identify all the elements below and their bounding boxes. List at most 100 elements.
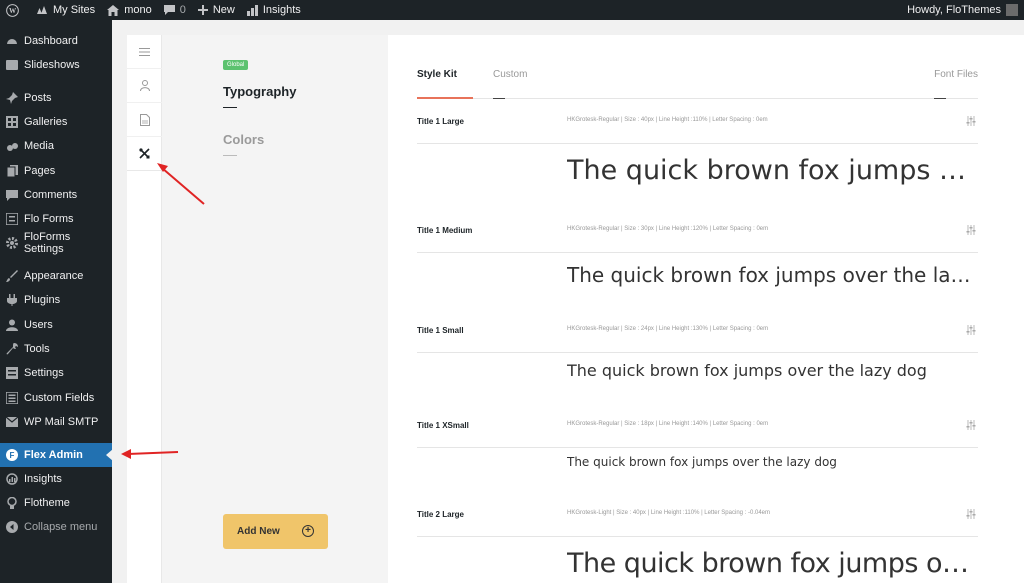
style-meta: HKGrotesk-Regular | Size : 24px | Line H…: [567, 326, 769, 332]
sidebar-item-users[interactable]: Users: [0, 313, 112, 337]
typography-row[interactable]: Title 1 Large HKGrotesk-Regular | Size :…: [417, 114, 978, 218]
design-tools-icon: [139, 148, 150, 159]
sidebar-item-media[interactable]: Media: [0, 134, 112, 158]
insights-icon: [5, 472, 19, 486]
plug-icon: [5, 293, 19, 307]
media-icon: [5, 139, 19, 153]
user-icon: [5, 318, 19, 332]
style-preview: The quick brown fox jumps over the lazy …: [567, 361, 927, 380]
sidebar-item-label: Media: [24, 140, 54, 152]
sidebar-item-label: Pages: [24, 165, 56, 177]
sidebar-item-galleries[interactable]: Galleries: [0, 110, 112, 134]
svg-text:F: F: [10, 451, 15, 460]
style-preview: The quick brown fox jumps over the lazy …: [567, 455, 837, 469]
account-menu[interactable]: Howdy, FloThemes: [901, 0, 1024, 20]
bar-chart-icon: [246, 4, 258, 16]
brush-icon: [5, 269, 19, 283]
form-icon: [5, 212, 19, 226]
sidebar-item-settings[interactable]: Settings: [0, 361, 112, 385]
style-name: Title 1 Medium: [417, 226, 473, 235]
category-typography[interactable]: Typography: [223, 84, 296, 99]
sidebar-item-slideshows[interactable]: Slideshows: [0, 53, 112, 77]
sidebar-item-label: Flotheme: [24, 497, 70, 509]
sidebar-item-plugins[interactable]: Plugins: [0, 288, 112, 312]
typography-row-header: Title 1 Medium HKGrotesk-Regular | Size …: [417, 223, 978, 253]
collapse-icon: [5, 520, 19, 534]
add-new-button[interactable]: Add New +: [223, 514, 328, 549]
sidebar-item-custom-fields[interactable]: Custom Fields: [0, 386, 112, 410]
comments-count: 0: [179, 4, 186, 16]
insights-menu[interactable]: Insights: [241, 0, 307, 20]
sidebar-item-label: Settings: [24, 367, 64, 379]
sidebar-item-appearance[interactable]: Appearance: [0, 264, 112, 288]
slideshows-icon: [5, 58, 19, 72]
rail-document-button[interactable]: [127, 103, 162, 137]
fields-icon: [5, 391, 19, 405]
sidebar-item-tools[interactable]: Tools: [0, 337, 112, 361]
typography-row-header: Title 1 XSmall HKGrotesk-Regular | Size …: [417, 418, 978, 448]
typography-row[interactable]: Title 1 Small HKGrotesk-Regular | Size :…: [417, 323, 978, 411]
rail-menu-button[interactable]: [127, 35, 162, 69]
sidebar-item-dashboard[interactable]: Dashboard: [0, 29, 112, 53]
tab-custom[interactable]: Custom: [493, 69, 527, 80]
sidebar-item-comments[interactable]: Comments: [0, 183, 112, 207]
sidebar-item-label: FloForms Settings: [23, 231, 71, 255]
sidebar-item-label: Insights: [24, 473, 62, 485]
sidebar-item-label: WP Mail SMTP: [24, 416, 99, 428]
style-preview: The quick brown fox jumps over the lazy …: [567, 263, 978, 287]
tab-font-files-dash: [934, 98, 946, 99]
style-meta: HKGrotesk-Regular | Size : 30px | Line H…: [567, 226, 769, 232]
rail-design-button[interactable]: [127, 137, 162, 171]
typography-row[interactable]: Title 1 Medium HKGrotesk-Regular | Size …: [417, 223, 978, 318]
sidebar-item-flex-admin[interactable]: F Flex Admin: [0, 443, 113, 467]
sidebar-item-wp-mail-smtp[interactable]: WP Mail SMTP: [0, 410, 112, 434]
sidebar-item-pages[interactable]: Pages: [0, 159, 112, 183]
global-badge: Global: [223, 60, 249, 70]
sliders-icon[interactable]: [966, 325, 976, 335]
sliders-icon[interactable]: [966, 420, 976, 430]
style-name: Title 1 Large: [417, 117, 464, 126]
settings-icon: [5, 366, 19, 380]
sliders-icon[interactable]: [966, 509, 976, 519]
home-icon: [107, 4, 120, 16]
wordpress-icon: W: [6, 3, 19, 17]
category-colors[interactable]: Colors: [223, 132, 264, 147]
list-icon: [139, 47, 150, 56]
sidebar-item-label: Users: [24, 319, 53, 331]
typography-row[interactable]: Title 2 Large HKGrotesk-Light | Size : 4…: [417, 507, 978, 583]
new-label: New: [212, 4, 235, 16]
sidebar-item-flotheme[interactable]: Flotheme: [0, 491, 112, 515]
typography-row-header: Title 1 Large HKGrotesk-Regular | Size :…: [417, 114, 978, 144]
tab-style-kit[interactable]: Style Kit: [417, 69, 457, 80]
bulb-icon: [5, 496, 19, 510]
site-name-menu[interactable]: mono: [101, 0, 158, 20]
style-preview: The quick brown fox jumps over the lazy …: [567, 155, 978, 186]
my-sites-menu[interactable]: My Sites: [30, 0, 101, 20]
sidebar-item-flo-forms[interactable]: Flo Forms: [0, 207, 112, 231]
typography-row[interactable]: Title 1 XSmall HKGrotesk-Regular | Size …: [417, 418, 978, 506]
rail-user-button[interactable]: [127, 69, 162, 103]
sidebar-item-insights[interactable]: Insights: [0, 467, 112, 491]
sidebar-item-label: Custom Fields: [24, 392, 95, 404]
style-name: Title 2 Large: [417, 510, 464, 519]
style-meta: HKGrotesk-Regular | Size : 18px | Line H…: [567, 421, 769, 427]
style-name: Title 1 XSmall: [417, 421, 469, 430]
sliders-icon[interactable]: [966, 225, 976, 235]
sidebar-item-floforms-settings[interactable]: FloForms Settings: [0, 231, 112, 255]
category-panel: [162, 35, 388, 583]
sliders-icon[interactable]: [966, 116, 976, 126]
tab-font-files[interactable]: Font Files: [934, 69, 978, 80]
new-content-menu[interactable]: New: [192, 0, 241, 20]
typography-row-header: Title 1 Small HKGrotesk-Regular | Size :…: [417, 323, 978, 353]
comments-menu[interactable]: 0: [158, 0, 192, 20]
sidebar-item-posts[interactable]: Posts: [0, 86, 112, 110]
sidebar-item-label: Plugins: [24, 294, 61, 306]
collapse-menu-button[interactable]: Collapse menu: [0, 515, 112, 539]
wordpress-logo[interactable]: W: [0, 0, 30, 20]
style-kit-panel: Style Kit Custom Font Files Title 1 Larg…: [388, 35, 1024, 583]
sidebar-item-label: Tools: [24, 343, 50, 355]
pages-icon: [5, 164, 19, 178]
style-name: Title 1 Small: [417, 326, 464, 335]
sidebar-item-label: Dashboard: [24, 35, 78, 47]
my-sites-label: My Sites: [53, 4, 96, 16]
